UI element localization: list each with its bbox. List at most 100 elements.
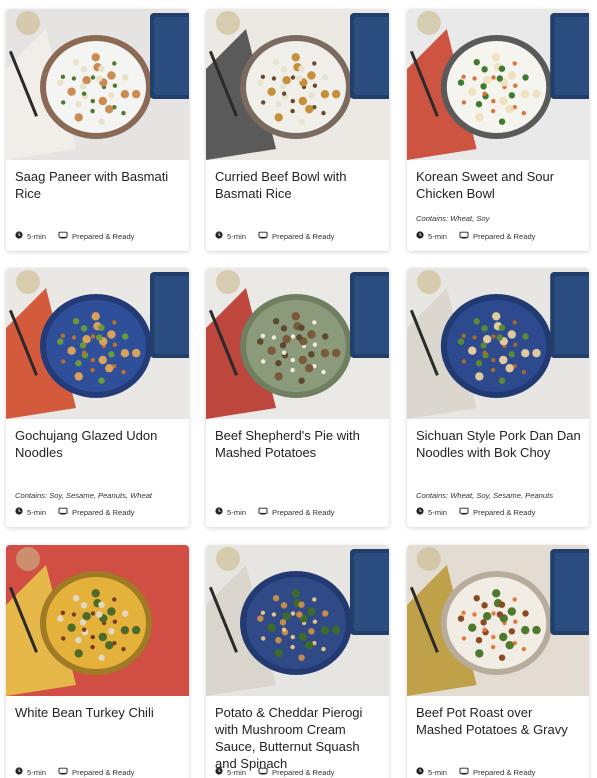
prep-time-label: 5-min — [227, 767, 246, 777]
meal-type-label: Prepared & Ready — [272, 767, 335, 777]
meal-type: Prepared & Ready — [58, 231, 134, 241]
prep-time-label: 5-min — [227, 231, 246, 241]
tray-icon — [58, 231, 72, 241]
meal-card[interactable]: Sichuan Style Pork Dan Dan Noodles with … — [407, 268, 589, 527]
meal-photo[interactable] — [407, 9, 589, 160]
prep-time-label: 5-min — [428, 507, 447, 517]
clock-icon — [15, 507, 27, 517]
meal-card[interactable]: Gochujang Glazed Udon Noodles Contains: … — [6, 268, 189, 527]
prep-time: 5-min — [215, 231, 246, 241]
clock-icon — [15, 231, 27, 241]
meal-type-label: Prepared & Ready — [72, 507, 135, 517]
prep-time: 5-min — [215, 507, 246, 517]
meal-meta: 5-min Prepared & Ready — [215, 231, 346, 241]
prep-time-label: 5-min — [27, 767, 46, 777]
tray-icon — [58, 767, 72, 777]
prep-time: 5-min — [215, 767, 246, 777]
tray-icon — [459, 767, 473, 777]
meal-title[interactable]: Saag Paneer with Basmati Rice — [15, 168, 181, 202]
allergen-note: Contains: Wheat, Soy — [416, 214, 490, 223]
meal-card[interactable]: Beef Shepherd's Pie with Mashed Potatoes… — [206, 268, 389, 527]
meal-title[interactable]: Beef Pot Roast over Mashed Potatoes & Gr… — [416, 704, 581, 738]
clock-icon — [215, 507, 227, 517]
gobble-package-icon — [350, 549, 389, 635]
meal-title[interactable]: Gochujang Glazed Udon Noodles — [15, 427, 181, 461]
meal-type-label: Prepared & Ready — [272, 231, 335, 241]
gobble-package-icon — [550, 13, 589, 99]
meal-card[interactable]: Korean Sweet and Sour Chicken Bowl Conta… — [407, 9, 589, 251]
meal-meta: 5-min Prepared & Ready — [215, 507, 346, 517]
meal-meta: 5-min Prepared & Ready — [416, 767, 547, 777]
meal-card[interactable]: Potato & Cheddar Pierogi with Mushroom C… — [206, 545, 389, 778]
meal-card[interactable]: White Bean Turkey Chili 5-min Prepared &… — [6, 545, 189, 778]
prep-time: 5-min — [15, 767, 46, 777]
meal-photo[interactable] — [206, 268, 389, 419]
gobble-package-icon — [350, 272, 389, 358]
prep-time: 5-min — [15, 231, 46, 241]
tray-icon — [258, 507, 272, 517]
tray-icon — [258, 231, 272, 241]
meal-meta: 5-min Prepared & Ready — [15, 767, 146, 777]
meal-meta: 5-min Prepared & Ready — [15, 507, 146, 517]
tray-icon — [258, 767, 272, 777]
clock-icon — [15, 767, 27, 777]
meal-type-label: Prepared & Ready — [473, 767, 536, 777]
meal-photo[interactable] — [6, 545, 189, 696]
meal-type-label: Prepared & Ready — [72, 767, 135, 777]
gobble-package-icon — [550, 549, 589, 635]
meal-meta: 5-min Prepared & Ready — [416, 231, 547, 241]
allergen-note: Contains: Wheat, Soy, Sesame, Peanuts — [416, 491, 554, 500]
meal-title[interactable]: White Bean Turkey Chili — [15, 704, 181, 721]
meal-type: Prepared & Ready — [258, 507, 334, 517]
prep-time-label: 5-min — [27, 231, 46, 241]
clock-icon — [416, 231, 428, 241]
allergen-note: Contains: Soy, Sesame, Peanuts, Wheat — [15, 491, 153, 500]
tray-icon — [58, 507, 72, 517]
meal-type-label: Prepared & Ready — [473, 507, 536, 517]
meal-meta: 5-min Prepared & Ready — [215, 767, 346, 777]
meal-type: Prepared & Ready — [58, 507, 134, 517]
prep-time: 5-min — [416, 231, 447, 241]
meal-type-label: Prepared & Ready — [473, 231, 536, 241]
prep-time: 5-min — [15, 507, 46, 517]
clock-icon — [215, 767, 227, 777]
meal-type-label: Prepared & Ready — [72, 231, 135, 241]
clock-icon — [416, 507, 428, 517]
meal-type-label: Prepared & Ready — [272, 507, 335, 517]
gobble-package-icon — [350, 13, 389, 99]
meal-type: Prepared & Ready — [58, 767, 134, 777]
meal-title[interactable]: Korean Sweet and Sour Chicken Bowl — [416, 168, 581, 202]
meal-photo[interactable] — [6, 9, 189, 160]
meal-card[interactable]: Saag Paneer with Basmati Rice 5-min Prep… — [6, 9, 189, 251]
meal-title[interactable]: Potato & Cheddar Pierogi with Mushroom C… — [215, 704, 381, 772]
prep-time-label: 5-min — [227, 507, 246, 517]
tray-icon — [459, 231, 473, 241]
prep-time-label: 5-min — [428, 231, 447, 241]
meal-card[interactable]: Curried Beef Bowl with Basmati Rice 5-mi… — [206, 9, 389, 251]
meal-type: Prepared & Ready — [459, 767, 535, 777]
meal-type: Prepared & Ready — [459, 507, 535, 517]
meal-type: Prepared & Ready — [258, 767, 334, 777]
meal-photo[interactable] — [206, 545, 389, 696]
prep-time-label: 5-min — [27, 507, 46, 517]
meal-photo[interactable] — [407, 268, 589, 419]
meal-type: Prepared & Ready — [459, 231, 535, 241]
prep-time-label: 5-min — [428, 767, 447, 777]
meal-meta: 5-min Prepared & Ready — [15, 231, 146, 241]
gobble-package-icon — [150, 13, 189, 99]
clock-icon — [215, 231, 227, 241]
clock-icon — [416, 767, 428, 777]
gobble-package-icon — [150, 272, 189, 358]
meal-type: Prepared & Ready — [258, 231, 334, 241]
meal-card[interactable]: Beef Pot Roast over Mashed Potatoes & Gr… — [407, 545, 589, 778]
meal-title[interactable]: Beef Shepherd's Pie with Mashed Potatoes — [215, 427, 381, 461]
meal-photo[interactable] — [6, 268, 189, 419]
tray-icon — [459, 507, 473, 517]
prep-time: 5-min — [416, 507, 447, 517]
gobble-package-icon — [550, 272, 589, 358]
meal-photo[interactable] — [407, 545, 589, 696]
meal-photo[interactable] — [206, 9, 389, 160]
prep-time: 5-min — [416, 767, 447, 777]
meal-title[interactable]: Sichuan Style Pork Dan Dan Noodles with … — [416, 427, 581, 461]
meal-title[interactable]: Curried Beef Bowl with Basmati Rice — [215, 168, 381, 202]
